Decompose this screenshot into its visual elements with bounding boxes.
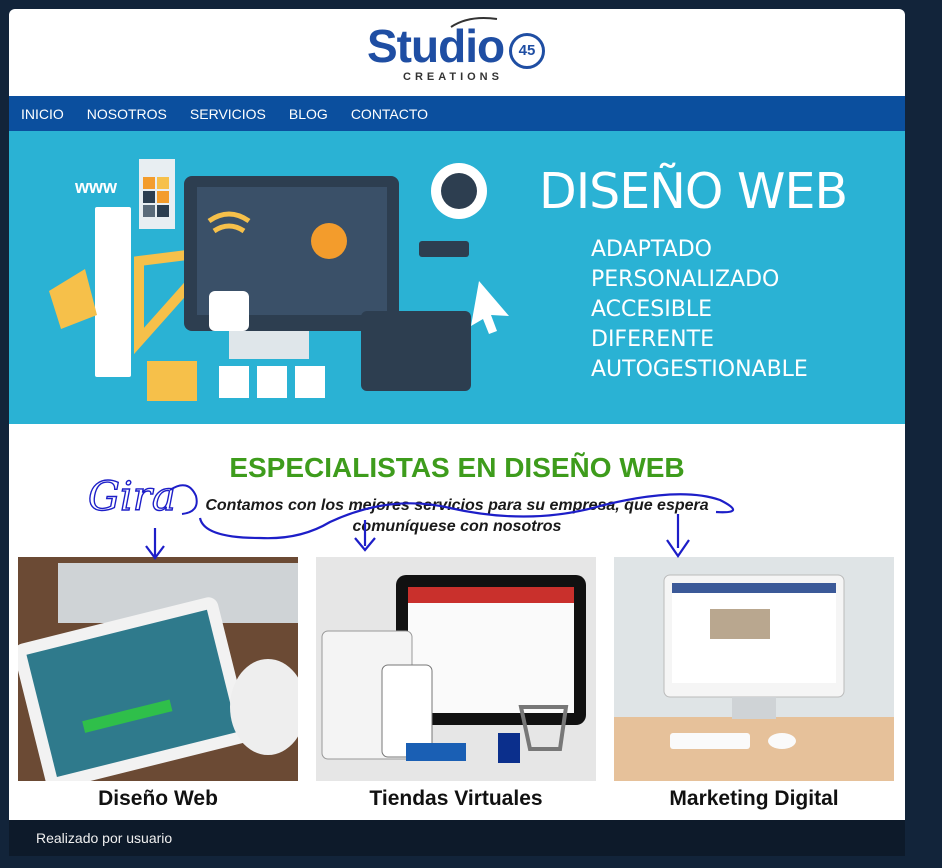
hero-feature: DIFERENTE (591, 327, 714, 352)
logo-subtitle: CREATIONS (403, 71, 503, 83)
hero-feature: ADAPTADO (591, 237, 712, 262)
nav-contacto[interactable]: CONTACTO (351, 106, 428, 122)
card-tiendas-virtuales[interactable]: Tiendas Virtuales (316, 557, 596, 811)
nav-inicio[interactable]: INICIO (21, 106, 64, 122)
card-caption: Diseño Web (98, 787, 218, 810)
hero-title: DISEÑO WEB (539, 163, 848, 220)
web-design-illustration: www (49, 159, 509, 401)
section-description: Contamos con los mejores servicios para … (9, 495, 905, 537)
hand-cursor-icon (209, 291, 249, 331)
footer-credit: Realizado por usuario (36, 830, 173, 846)
main-nav: INICIO NOSOTROS SERVICIOS BLOG CONTACTO (9, 96, 905, 131)
section-headline: ESPECIALISTAS EN DISEÑO WEB (229, 452, 685, 483)
hero-feature: ACCESIBLE (591, 297, 712, 322)
logo-number-badge: 45 (509, 33, 545, 69)
hero-banner: www DISEÑO WEB ADAPTADO PERSONALIZADO AC… (9, 131, 905, 424)
envelope-icon (49, 269, 97, 329)
arrow-cursor-icon (471, 281, 509, 334)
logo-wordmark: Studio (367, 20, 505, 72)
card-image-tiendas-virtuales[interactable] (316, 557, 596, 781)
ecommerce-devices-photo (316, 557, 596, 781)
tablet-keyboard-photo (18, 557, 298, 781)
www-label: www (74, 177, 118, 197)
hero-feature-list: ADAPTADO PERSONALIZADO ACCESIBLE DIFEREN… (591, 235, 808, 385)
hero-feature: PERSONALIZADO (591, 267, 780, 292)
nav-servicios[interactable]: SERVICIOS (190, 106, 266, 122)
service-cards: Diseño Web Tiendas Virtuales Marketing D… (18, 557, 898, 817)
card-caption: Marketing Digital (669, 787, 839, 810)
card-image-diseno-web[interactable] (18, 557, 298, 781)
hero-feature: AUTOGESTIONABLE (591, 357, 808, 382)
card-caption: Tiendas Virtuales (369, 787, 543, 810)
studio45-logo[interactable]: Studio 45 CREATIONS (367, 17, 547, 89)
description-line-2: comuníquese con nosotros (352, 518, 562, 535)
nav-nosotros[interactable]: NOSOTROS (87, 106, 167, 122)
card-image-marketing-digital[interactable] (614, 557, 894, 781)
page: Studio 45 CREATIONS INICIO NOSOTROS SERV… (9, 9, 905, 820)
nav-blog[interactable]: BLOG (289, 106, 328, 122)
card-marketing-digital[interactable]: Marketing Digital (614, 557, 894, 811)
imac-desk-photo (614, 557, 894, 781)
header: Studio 45 CREATIONS (9, 9, 905, 96)
card-diseno-web[interactable]: Diseño Web (18, 557, 298, 811)
description-line-1: Contamos con los mejores servicios para … (205, 497, 709, 514)
tablet-icon (361, 311, 471, 391)
page-footer: Realizado por usuario (9, 820, 905, 856)
